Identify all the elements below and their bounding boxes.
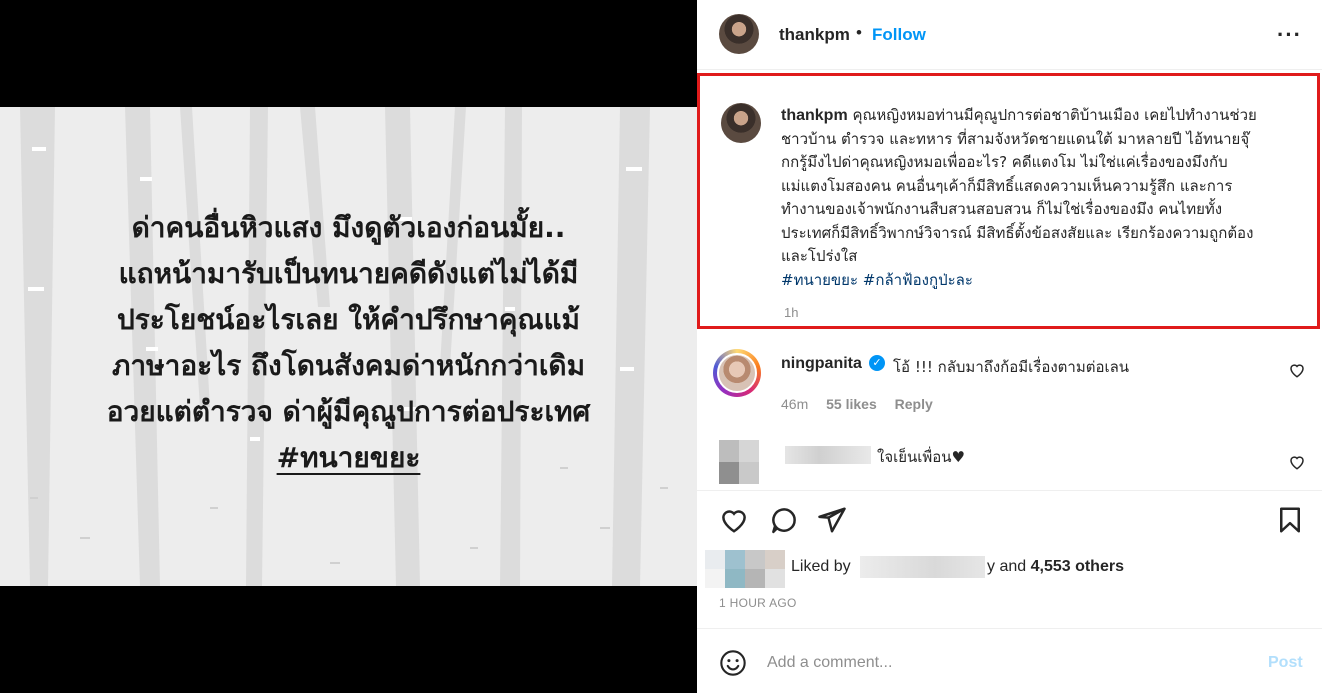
post-media: ด่าคนอื่นหิวแสง มึงดูตัวเองก่อนมั้ย.. แถ… [0,0,697,693]
comment-bar: Post [697,628,1322,693]
action-bar [697,490,1322,548]
comment-text: ใจเย็นเพื่อน♥ [877,448,966,466]
share-plane-icon[interactable] [817,505,847,535]
likes-others-link[interactable]: 4,553 others [1031,558,1124,575]
caption-text: thankpm คุณหญิงหมอท่านมีคุณูปการต่อชาติบ… [781,104,1311,292]
emoji-icon[interactable] [719,649,747,677]
comment-meta: 46m 55 likes Reply [781,396,947,412]
likes-summary: Liked by y and 4,553 others [697,548,1322,588]
quote-line: อวยแต่ตำรวจ ด่าผู้มีคุณูปการต่อประเทศ [106,395,591,428]
comment-item: ใจเย็นเพื่อน♥ [697,440,1322,488]
post-quote-text: ด่าคนอื่นหิวแสง มึงดูตัวเองก่อนมั้ย.. แถ… [0,205,697,481]
story-ring[interactable] [713,349,761,397]
post-image[interactable]: ด่าคนอื่นหิวแสง มึงดูตัวเองก่อนมั้ย.. แถ… [0,107,697,586]
caption-avatar[interactable] [721,103,761,143]
quote-hashtag: #ทนายขยะ [276,441,421,474]
caption-line: และโปร่งใส [781,247,858,265]
quote-line: ด่าคนอื่นหิวแสง มึงดูตัวเองก่อนมั้ย.. [131,211,566,244]
comment-bubble-icon[interactable] [769,505,799,535]
header-separator: • [856,23,862,42]
quote-line: แถหน้ามารับเป็นทนายคดีดังแต่ไม่ได้มี [118,257,579,290]
quote-line: ภาษาอะไร ถึงโดนสังคมด่าหนักกว่าเดิม [111,349,586,382]
reply-button[interactable]: Reply [895,396,933,412]
post-header: thankpm • Follow ··· [697,0,1322,70]
post-comment-button[interactable]: Post [1268,654,1303,672]
like-heart-icon[interactable] [719,505,749,535]
pixelated-liker-avatars [705,550,785,588]
caption-line: ชาวบ้าน ตำรวจ และทหาร ที่สามจังหวัดชายแด… [781,129,1250,148]
quote-line: ประโยชน์อะไรเลย ให้คำปรึกษาคุณแม้ [116,303,581,336]
likes-connector: y and [987,558,1027,575]
post-side-panel: thankpm • Follow ··· thankpm คุณหญิงหมอท… [697,0,1322,693]
save-bookmark-icon[interactable] [1275,505,1305,535]
author-avatar[interactable] [719,14,759,54]
caption-username[interactable]: thankpm [781,107,848,124]
caption-line: กกรู้มึงไปด่าคุณหญิงหมอเพื่ออะไร? คดีแตง… [781,153,1228,171]
likes-tail: y and 4,553 others [987,558,1124,576]
caption-line: ประเทศก็มีสิทธิ์วิพากษ์วิจารณ์ มีสิทธิ์ต… [781,223,1254,242]
blurred-username [785,446,871,464]
commenter-username[interactable]: ningpanita [781,355,862,373]
comment-text: โอ้ !!! กลับมาถึงก้อมีเรื่องตามต่อเลน [893,358,1130,376]
comment-item: ningpanita ✓ โอ้ !!! กลับมาถึงก้อมีเรื่อ… [697,346,1322,426]
pixelated-avatar[interactable] [719,440,759,484]
comment-input[interactable] [767,649,1247,677]
comment-time: 46m [781,396,809,412]
comment-like-heart-icon[interactable] [1288,361,1306,379]
caption-hashtags[interactable]: #ทนายขยะ #กล้าฟ้องกูป่ะละ [781,269,1311,293]
follow-button[interactable]: Follow [872,25,926,45]
verified-badge-icon: ✓ [869,355,885,371]
caption-line: ทำงานของเจ้าพนักงานสืบสวนสอบสวน ก็ไม่ใช่… [781,200,1223,218]
author-username[interactable]: thankpm [779,25,850,45]
commenter-avatar[interactable] [717,353,757,393]
caption-highlight: thankpm คุณหญิงหมอท่านมีคุณูปการต่อชาติบ… [697,73,1320,329]
liked-by-label: Liked by [791,558,851,575]
caption-line: คุณหญิงหมอท่านมีคุณูปการต่อชาติบ้านเมือง… [852,106,1257,124]
more-options-icon[interactable]: ··· [1277,22,1302,48]
comment-likes[interactable]: 55 likes [826,396,877,412]
comment-like-heart-icon[interactable] [1288,453,1306,471]
caption-line: แม่แตงโมสองคน คนอื่นๆเค้าก็มีสิทธิ์แสดงค… [781,176,1233,195]
blurred-liker-name [860,556,985,578]
post-timestamp: 1 HOUR AGO [719,596,797,610]
caption-time: 1h [784,305,799,320]
